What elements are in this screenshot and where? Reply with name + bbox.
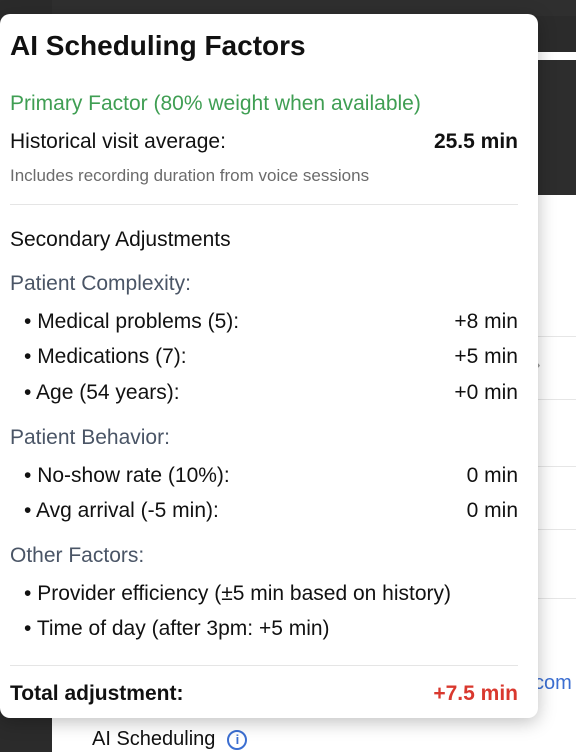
ai-scheduling-factors-popover: AI Scheduling Factors Primary Factor (80… xyxy=(0,14,538,718)
other-factors-heading: Other Factors: xyxy=(10,544,145,567)
item-label: Time of day (after 3pm: +5 min) xyxy=(24,617,330,641)
item-label: Age (54 years): xyxy=(24,381,180,405)
total-adjustment-label: Total adjustment: xyxy=(10,682,184,705)
list-item: No-show rate (10%): 0 min xyxy=(24,464,518,488)
primary-factor-heading: Primary Factor (80% weight when availabl… xyxy=(10,92,421,115)
info-icon[interactable]: i xyxy=(227,729,248,750)
item-value: +8 min xyxy=(454,310,518,333)
historical-average-label: Historical visit average: xyxy=(10,130,226,153)
total-adjustment-value: +7.5 min xyxy=(433,682,518,705)
background-link[interactable]: com xyxy=(534,672,572,695)
ai-scheduling-text: AI Scheduling xyxy=(92,728,216,750)
historical-average-value: 25.5 min xyxy=(433,130,518,153)
item-label: No-show rate (10%): xyxy=(24,464,230,488)
list-item: Medical problems (5): +8 min xyxy=(24,310,518,334)
secondary-adjustments-heading: Secondary Adjustments xyxy=(10,228,231,251)
popover-title: AI Scheduling Factors xyxy=(10,30,306,61)
item-value: 0 min xyxy=(466,464,518,487)
list-item: Avg arrival (-5 min): 0 min xyxy=(24,499,518,523)
list-item: Provider efficiency (±5 min based on his… xyxy=(24,582,518,606)
divider xyxy=(10,665,518,666)
total-adjustment-row: Total adjustment: +7.5 min xyxy=(10,682,518,706)
item-value: 0 min xyxy=(466,499,518,522)
item-label: Provider efficiency (±5 min based on his… xyxy=(24,582,451,606)
item-label: Medications (7): xyxy=(24,345,186,369)
item-value: +0 min xyxy=(454,381,518,404)
list-item: Age (54 years): +0 min xyxy=(24,381,518,405)
item-label: Medical problems (5): xyxy=(24,310,239,334)
patient-behavior-heading: Patient Behavior: xyxy=(10,426,170,449)
divider xyxy=(10,204,518,205)
list-item: Medications (7): +5 min xyxy=(24,345,518,369)
item-value: +5 min xyxy=(454,345,518,368)
patient-complexity-heading: Patient Complexity: xyxy=(10,272,191,295)
item-label: Avg arrival (-5 min): xyxy=(24,499,219,523)
historical-note: Includes recording duration from voice s… xyxy=(10,166,370,185)
historical-average-row: Historical visit average: 25.5 min xyxy=(10,130,518,154)
ai-scheduling-label: AI Scheduling i xyxy=(92,728,248,751)
list-item: Time of day (after 3pm: +5 min) xyxy=(24,617,518,641)
